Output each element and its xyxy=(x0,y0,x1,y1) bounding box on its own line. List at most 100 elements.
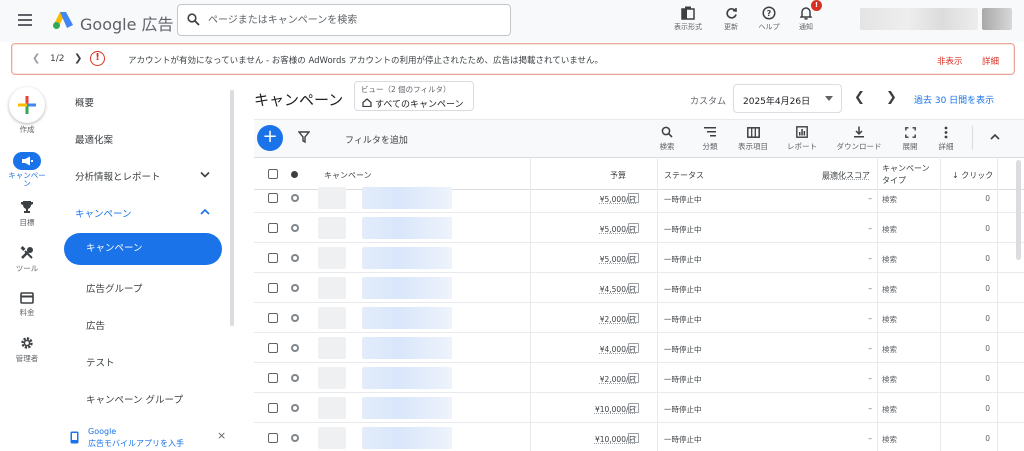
rail-billing[interactable]: 料金 xyxy=(0,292,54,317)
campaign-name-redacted[interactable] xyxy=(362,187,452,209)
table-row[interactable]: ¥2,000/日 一時停止中 – 検索 0 xyxy=(254,303,1024,333)
view-selector[interactable]: ビュー（2 個のフィルタ） すべてのキャンペーン xyxy=(354,81,474,111)
row-checkbox[interactable] xyxy=(268,403,278,413)
campaign-name-redacted[interactable] xyxy=(362,427,452,449)
row-checkbox[interactable] xyxy=(268,433,278,443)
chart-icon[interactable] xyxy=(628,373,639,383)
appearance-button[interactable]: 表示形式 xyxy=(670,3,706,37)
chart-icon[interactable] xyxy=(628,253,639,263)
campaign-name-redacted[interactable] xyxy=(362,307,452,329)
alert-hide-link[interactable]: 非表示 xyxy=(937,55,963,67)
row-checkbox[interactable] xyxy=(268,373,278,383)
nav-campaigns-group[interactable]: キャンペーン xyxy=(75,206,132,220)
row-checkbox[interactable] xyxy=(268,223,278,233)
campaign-name-redacted[interactable] xyxy=(318,397,346,419)
toolbar-search-button[interactable]: 検索 xyxy=(652,125,682,152)
row-checkbox[interactable] xyxy=(268,193,278,203)
toolbar-columns-button[interactable]: 表示項目 xyxy=(734,125,772,152)
row-checkbox[interactable] xyxy=(268,283,278,293)
campaign-name-redacted[interactable] xyxy=(318,337,346,359)
chevron-up-icon[interactable] xyxy=(200,208,210,216)
table-row[interactable]: ¥5,000/日 一時停止中 – 検索 0 xyxy=(254,183,1024,213)
help-button[interactable]: ? ヘルプ xyxy=(754,3,784,37)
col-optimization-score[interactable]: 最適化スコア xyxy=(822,170,870,181)
search-box[interactable] xyxy=(177,4,511,36)
campaign-name-redacted[interactable] xyxy=(318,187,346,209)
nav-ad-groups[interactable]: 広告グループ xyxy=(86,281,142,295)
col-campaign[interactable]: キャンペーン xyxy=(324,170,372,181)
alert-detail-link[interactable]: 詳細 xyxy=(982,55,999,67)
campaign-name-redacted[interactable] xyxy=(362,247,452,269)
col-clicks[interactable]: ↓ クリック xyxy=(952,170,992,181)
alert-next-icon[interactable]: ❯ xyxy=(74,53,82,64)
campaign-name-redacted[interactable] xyxy=(362,217,452,239)
table-row[interactable]: ¥5,000/日 一時停止中 – 検索 0 xyxy=(254,243,1024,273)
last-30-days-link[interactable]: 過去 30 日間を表示 xyxy=(914,93,994,106)
account-info-redacted[interactable] xyxy=(860,8,978,30)
chevron-down-icon[interactable] xyxy=(200,171,210,179)
col-campaign-type-line1[interactable]: キャンペーン xyxy=(882,163,930,174)
add-filter-link[interactable]: フィルタを追加 xyxy=(345,133,408,146)
row-checkbox[interactable] xyxy=(268,313,278,323)
campaign-name-redacted[interactable] xyxy=(318,277,346,299)
filter-icon[interactable] xyxy=(298,131,310,143)
col-budget[interactable]: 予算 xyxy=(610,170,626,181)
rail-create[interactable]: 作成 xyxy=(0,124,54,134)
nav-reports[interactable]: 分析情報とレポート xyxy=(75,169,161,183)
toolbar-download-button[interactable]: ダウンロード xyxy=(832,125,886,152)
nav-optimization[interactable]: 最適化案 xyxy=(75,132,113,146)
chart-icon[interactable] xyxy=(628,313,639,323)
notifications-button[interactable]: ! 通知 xyxy=(795,0,822,37)
rail-admin[interactable]: 管理者 xyxy=(0,336,54,363)
chart-icon[interactable] xyxy=(628,193,639,203)
campaign-name-redacted[interactable] xyxy=(318,247,346,269)
nav-campaign-groups[interactable]: キャンペーン グループ xyxy=(86,392,183,406)
toolbar-more-button[interactable]: 詳細 xyxy=(934,125,958,152)
col-status[interactable]: ステータス xyxy=(664,170,704,181)
row-checkbox[interactable] xyxy=(268,343,278,353)
mobile-app-promo[interactable]: Google 広告モバイルアプリを入手 × xyxy=(58,422,234,451)
search-input[interactable] xyxy=(208,12,498,28)
select-all-checkbox[interactable] xyxy=(268,169,278,179)
chart-icon[interactable] xyxy=(628,343,639,353)
table-row[interactable]: ¥10,000/日 一時停止中 – 検索 0 xyxy=(254,423,1024,451)
date-picker[interactable]: 2025年4月26日 xyxy=(733,84,842,113)
chart-icon[interactable] xyxy=(628,403,639,413)
rail-campaigns[interactable]: キャンペーン xyxy=(0,152,54,189)
table-row[interactable]: ¥4,500/日 一時停止中 – 検索 0 xyxy=(254,273,1024,303)
campaign-name-redacted[interactable] xyxy=(318,217,346,239)
campaign-name-redacted[interactable] xyxy=(318,427,346,449)
refresh-button[interactable]: 更新 xyxy=(718,3,744,37)
campaign-name-redacted[interactable] xyxy=(362,277,452,299)
nav-campaigns-active[interactable]: キャンペーン xyxy=(64,233,222,265)
nav-ads[interactable]: 広告 xyxy=(86,318,105,332)
nav-experiments[interactable]: テスト xyxy=(86,355,115,369)
toolbar-expand-button[interactable]: 展開 xyxy=(898,125,922,152)
table-row[interactable]: ¥5,000/日 一時停止中 – 検索 0 xyxy=(254,213,1024,243)
create-button[interactable] xyxy=(9,87,45,123)
campaign-name-redacted[interactable] xyxy=(362,367,452,389)
toolbar-report-button[interactable]: レポート xyxy=(784,125,820,152)
toolbar-segment-button[interactable]: 分類 xyxy=(695,125,725,152)
add-campaign-button[interactable]: + xyxy=(257,125,283,151)
table-scrollbar[interactable] xyxy=(1016,160,1021,260)
menu-icon[interactable] xyxy=(18,14,32,26)
campaign-name-redacted[interactable] xyxy=(318,367,346,389)
collapse-chevron-icon[interactable] xyxy=(990,133,1000,141)
sidenav-scrollbar[interactable] xyxy=(230,90,234,326)
date-next-icon[interactable]: ❯ xyxy=(886,90,897,105)
promo-close-icon[interactable]: × xyxy=(217,429,226,442)
table-row[interactable]: ¥4,000/日 一時停止中 – 検索 0 xyxy=(254,333,1024,363)
chart-icon[interactable] xyxy=(628,223,639,233)
nav-overview[interactable]: 概要 xyxy=(75,95,94,109)
table-row[interactable]: ¥10,000/日 一時停止中 – 検索 0 xyxy=(254,393,1024,423)
alert-prev-icon[interactable]: ❮ xyxy=(32,53,40,64)
date-prev-icon[interactable]: ❮ xyxy=(854,90,865,105)
table-row[interactable]: ¥2,000/日 一時停止中 – 検索 0 xyxy=(254,363,1024,393)
avatar-redacted[interactable] xyxy=(982,8,1012,30)
row-checkbox[interactable] xyxy=(268,253,278,263)
rail-tools[interactable]: ツール xyxy=(0,246,54,273)
campaign-name-redacted[interactable] xyxy=(318,307,346,329)
campaign-name-redacted[interactable] xyxy=(362,337,452,359)
rail-goals[interactable]: 目標 xyxy=(0,200,54,227)
